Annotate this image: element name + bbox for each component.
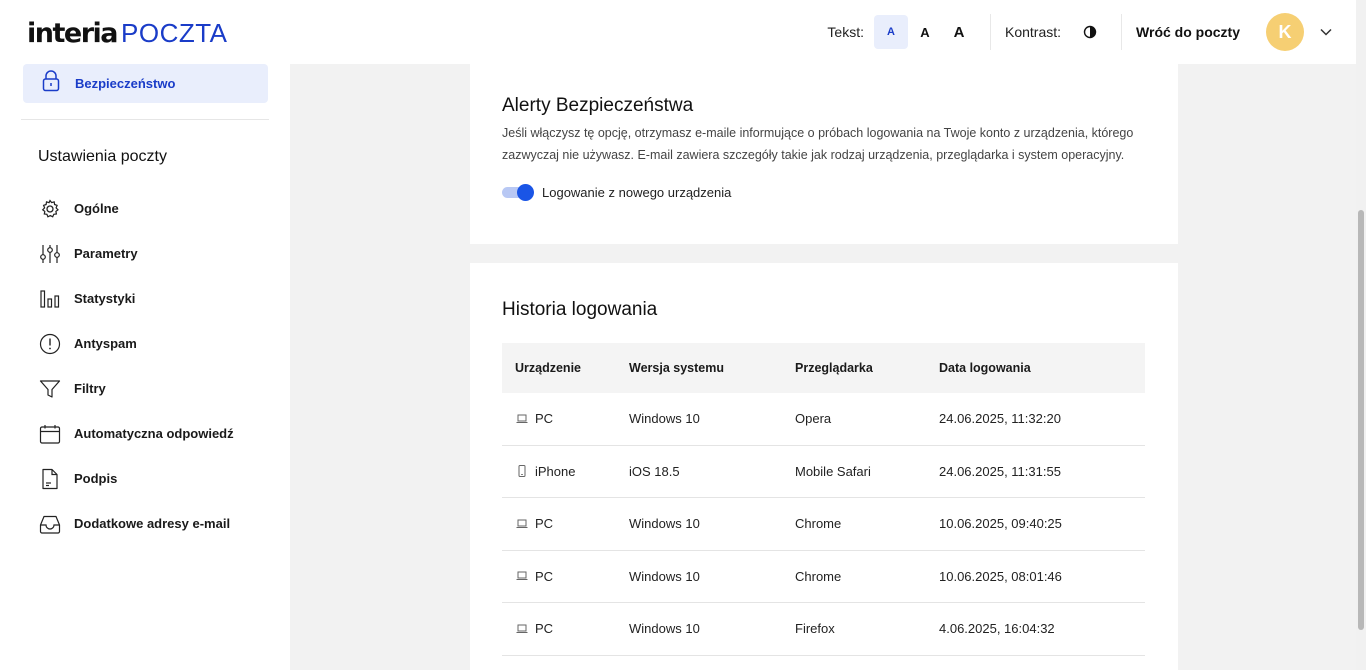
- phone-icon: [515, 464, 529, 478]
- logo-brand: interia: [27, 18, 119, 49]
- device-cell: PC: [502, 569, 629, 584]
- login-history-card: Historia logowania Urządzenie Wersja sys…: [470, 263, 1178, 670]
- sidebar-item-auto-reply[interactable]: Automatyczna odpowiedź: [38, 411, 234, 456]
- alerts-title: Alerty Bezpieczeństwa: [502, 95, 694, 116]
- header-tools: Tekst: A A A Kontrast: Wróć do poczty K: [827, 0, 1338, 64]
- login-history-table: Urządzenie Wersja systemu Przeglądarka D…: [502, 343, 1145, 656]
- laptop-icon: [515, 569, 529, 583]
- new-device-login-toggle[interactable]: [502, 184, 534, 201]
- date-cell: 24.06.2025, 11:32:20: [939, 411, 1061, 427]
- sidebar-item-label: Parametry: [74, 246, 138, 261]
- sidebar-item-parameters[interactable]: Parametry: [38, 231, 234, 276]
- device-cell: PC: [502, 411, 629, 426]
- table-header: Urządzenie Wersja systemu Przeglądarka D…: [502, 343, 1145, 393]
- sidebar-section-title: Ustawienia poczty: [38, 148, 167, 165]
- sidebar-item-antispam[interactable]: Antyspam: [38, 321, 234, 366]
- laptop-icon: [515, 622, 529, 636]
- text-size-small-button[interactable]: A: [874, 15, 908, 49]
- gear-icon: [38, 197, 62, 221]
- inbox-icon: [38, 512, 62, 536]
- settings-nav: Ogólne Parametry Statystyki Antyspam Fil…: [38, 186, 234, 546]
- text-size-medium-button[interactable]: A: [908, 15, 942, 49]
- sidebar-item-filters[interactable]: Filtry: [38, 366, 234, 411]
- contrast-label: Kontrast:: [1005, 24, 1062, 40]
- sidebar-item-label: Dodatkowe adresy e-mail: [74, 516, 231, 531]
- sidebar-item-extra-addresses[interactable]: Dodatkowe adresy e-mail: [38, 501, 234, 546]
- device-name: PC: [535, 516, 554, 532]
- toggle-label: Logowanie z nowego urządzenia: [542, 184, 732, 200]
- security-alerts-card: Alerty Bezpieczeństwa Jeśli włączysz tę …: [470, 64, 1178, 244]
- scrollbar-thumb[interactable]: [1358, 210, 1364, 630]
- device-name: PC: [535, 568, 554, 584]
- device-name: iPhone: [535, 463, 576, 479]
- alert-circle-icon: [38, 332, 62, 356]
- document-icon: [38, 467, 62, 491]
- table-row: PC Windows 10 Chrome 10.06.2025, 08:01:4…: [502, 551, 1145, 603]
- alerts-description: Jeśli włączysz tę opcję, otrzymasz e-mai…: [502, 126, 1134, 162]
- sidebar-item-signature[interactable]: Podpis: [38, 456, 234, 501]
- column-header-device: Urządzenie: [515, 361, 581, 375]
- date-cell: 10.06.2025, 08:01:46: [939, 568, 1062, 584]
- laptop-icon: [515, 412, 529, 426]
- top-header: interia POCZTA Tekst: A A A Kontrast: Wr…: [0, 0, 1356, 64]
- system-cell: Windows 10: [629, 621, 700, 637]
- sidebar-divider: [21, 119, 269, 120]
- device-name: PC: [535, 621, 554, 637]
- header-divider: [990, 14, 991, 50]
- chevron-down-icon[interactable]: [1314, 20, 1338, 44]
- browser-cell: Chrome: [795, 568, 842, 584]
- column-header-browser: Przeglądarka: [795, 361, 873, 375]
- toggle-knob: [517, 184, 534, 201]
- browser-cell: Firefox: [795, 621, 835, 637]
- avatar[interactable]: K: [1266, 13, 1304, 51]
- new-device-login-toggle-row[interactable]: Logowanie z nowego urządzenia: [502, 184, 732, 201]
- device-cell: PC: [502, 516, 629, 531]
- date-cell: 4.06.2025, 16:04:32: [939, 621, 1055, 637]
- text-size-large-button[interactable]: A: [942, 15, 976, 49]
- browser-cell: Mobile Safari: [795, 463, 871, 479]
- sidebar-item-label: Podpis: [74, 471, 118, 486]
- system-cell: Windows 10: [629, 568, 700, 584]
- page-scrollbar[interactable]: [1356, 0, 1366, 670]
- column-header-system: Wersja systemu: [629, 361, 724, 375]
- device-cell: iPhone: [502, 464, 629, 479]
- sidebar-item-label: Automatyczna odpowiedź: [74, 426, 234, 441]
- table-row: iPhone iOS 18.5 Mobile Safari 24.06.2025…: [502, 446, 1145, 498]
- system-cell: Windows 10: [629, 516, 700, 532]
- laptop-icon: [515, 517, 529, 531]
- table-row: PC Windows 10 Chrome 10.06.2025, 09:40:2…: [502, 498, 1145, 551]
- system-cell: iOS 18.5: [629, 463, 680, 479]
- bar-chart-icon: [38, 287, 62, 311]
- browser-cell: Chrome: [795, 516, 842, 532]
- device-cell: PC: [502, 621, 629, 636]
- sidebar-item-general[interactable]: Ogólne: [38, 186, 234, 231]
- device-name: PC: [535, 411, 554, 427]
- calendar-icon: [38, 422, 62, 446]
- sidebar-item-label: Ogólne: [74, 201, 119, 216]
- sidebar-item-label: Statystyki: [74, 291, 136, 306]
- sidebar-item-label: Antyspam: [74, 336, 137, 351]
- back-to-mail-link[interactable]: Wróć do poczty: [1136, 24, 1240, 40]
- contrast-icon[interactable]: [1073, 15, 1107, 49]
- history-title: Historia logowania: [502, 299, 658, 320]
- sidebar-item-label: Bezpieczeństwo: [75, 76, 176, 91]
- table-row: PC Windows 10 Firefox 4.06.2025, 16:04:3…: [502, 603, 1145, 656]
- logo[interactable]: interia POCZTA: [27, 18, 228, 49]
- sidebar-item-security[interactable]: Bezpieczeństwo: [23, 64, 268, 103]
- logo-product: POCZTA: [121, 18, 228, 48]
- column-header-date: Data logowania: [939, 361, 1031, 375]
- sidebar-item-label: Filtry: [74, 381, 106, 396]
- text-size-label: Tekst:: [827, 24, 864, 40]
- filter-icon: [38, 377, 62, 401]
- sidebar: Bezpieczeństwo Ustawienia poczty Ogólne …: [0, 64, 290, 670]
- browser-cell: Opera: [795, 411, 832, 427]
- sliders-icon: [38, 242, 62, 266]
- date-cell: 10.06.2025, 09:40:25: [939, 516, 1062, 532]
- table-row: PC Windows 10 Opera 24.06.2025, 11:32:20: [502, 393, 1145, 446]
- lock-icon: [41, 70, 61, 97]
- header-divider: [1121, 14, 1123, 50]
- sidebar-item-statistics[interactable]: Statystyki: [38, 276, 234, 321]
- date-cell: 24.06.2025, 11:31:55: [939, 463, 1061, 479]
- system-cell: Windows 10: [629, 411, 700, 427]
